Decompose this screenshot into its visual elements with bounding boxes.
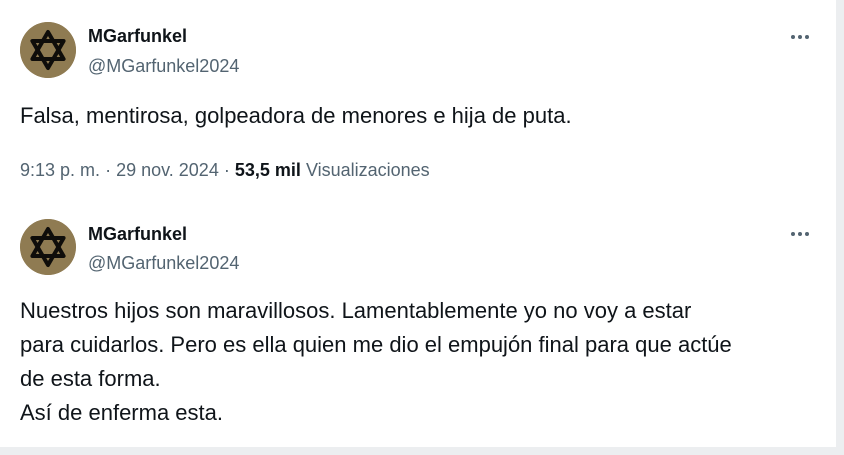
avatar[interactable] xyxy=(20,22,76,78)
author-name[interactable]: MGarfunkel xyxy=(88,25,187,47)
more-options-button[interactable] xyxy=(786,26,814,48)
more-options-icon xyxy=(791,35,809,39)
author-name[interactable]: MGarfunkel xyxy=(88,223,187,245)
tweet-card: MGarfunkel @MGarfunkel2024 Nuestros hijo… xyxy=(0,200,836,447)
tweet-time[interactable]: 9:13 p. m. xyxy=(20,160,100,180)
tweet-text: Falsa, mentirosa, golpeadora de menores … xyxy=(20,99,820,133)
tweet-card: MGarfunkel @MGarfunkel2024 Falsa, mentir… xyxy=(0,0,836,200)
tweet-text-line: de esta forma. xyxy=(20,366,161,391)
more-options-icon xyxy=(791,232,809,236)
avatar[interactable] xyxy=(20,219,76,275)
star-of-david-icon xyxy=(20,219,76,275)
tweet-text-line: Así de enferma esta. xyxy=(20,400,223,425)
bottom-border xyxy=(0,447,844,455)
meta-separator: · xyxy=(223,160,230,180)
star-of-david-icon xyxy=(20,22,76,78)
meta-separator: · xyxy=(105,160,112,180)
tweet-text: Nuestros hijos son maravillosos. Lamenta… xyxy=(20,294,820,430)
views-label[interactable]: Visualizaciones xyxy=(306,160,430,180)
right-border xyxy=(836,0,844,455)
author-handle[interactable]: @MGarfunkel2024 xyxy=(88,55,239,77)
views-count: 53,5 mil xyxy=(234,160,301,180)
tweet-text-line: Falsa, mentirosa, golpeadora de menores … xyxy=(20,103,572,128)
tweet-screenshot: MGarfunkel @MGarfunkel2024 Falsa, mentir… xyxy=(0,0,844,455)
tweet-date[interactable]: 29 nov. 2024 xyxy=(116,160,219,180)
tweet-text-line: Nuestros hijos son maravillosos. Lamenta… xyxy=(20,298,692,323)
tweet-meta: 9:13 p. m. · 29 nov. 2024 · 53,5 mil Vis… xyxy=(20,158,430,182)
more-options-button[interactable] xyxy=(786,223,814,245)
tweet-text-line: para cuidarlos. Pero es ella quien me di… xyxy=(20,332,732,357)
author-handle[interactable]: @MGarfunkel2024 xyxy=(88,252,239,274)
